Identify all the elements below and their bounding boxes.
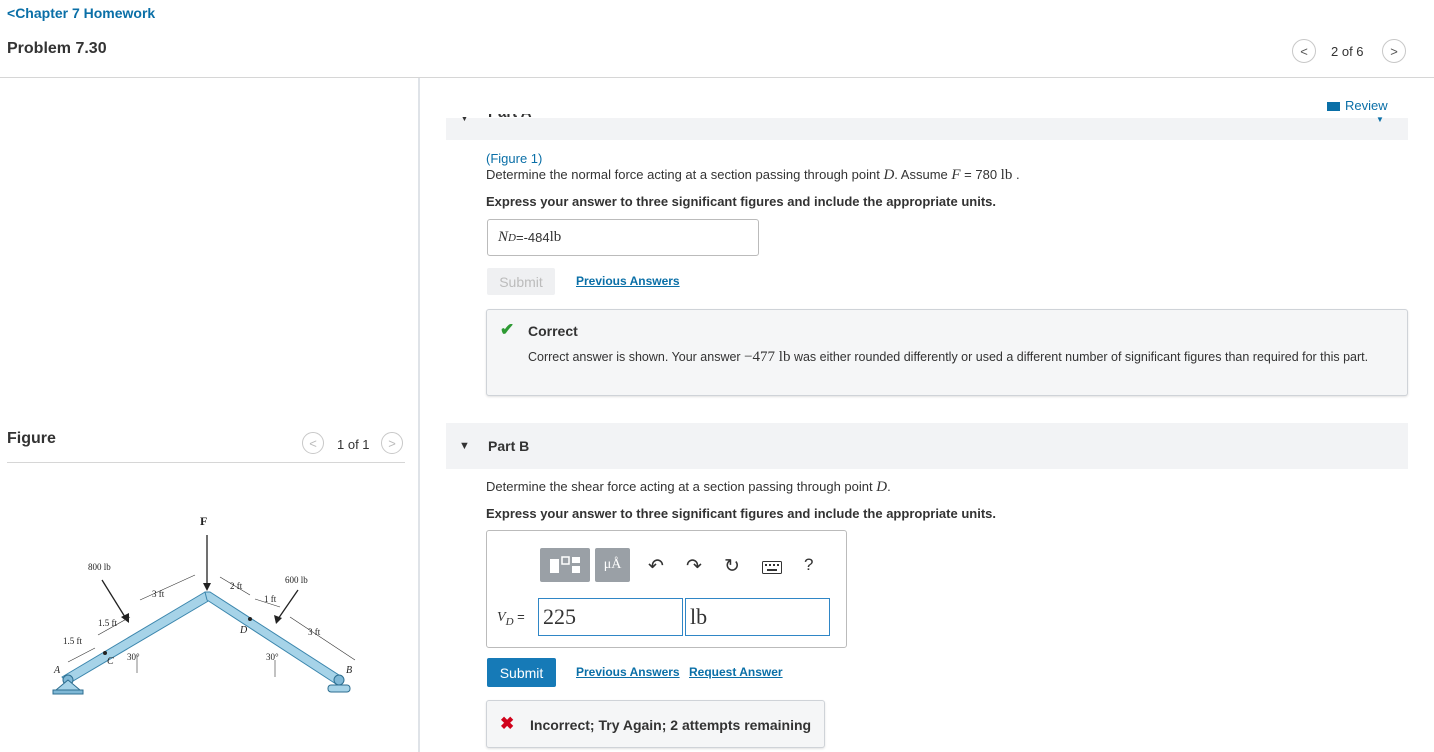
pagination-text: 2 of 6 (1331, 44, 1364, 59)
correct-title: Correct (528, 323, 578, 339)
figure-count: 1 of 1 (337, 437, 370, 452)
part-a-answer-display: ND = -484 lb (487, 219, 759, 256)
checkmark-icon: ✔ (500, 320, 515, 339)
label-A: A (53, 665, 61, 676)
chevron-right-icon: > (388, 435, 396, 451)
chevron-left-icon: < (1300, 43, 1308, 59)
panel-divider[interactable] (418, 78, 420, 752)
redo-icon[interactable]: ↷ (686, 555, 702, 578)
point-C-marker (103, 651, 107, 655)
left-beam (61, 591, 211, 685)
problem-title: Problem 7.30 (7, 40, 107, 57)
part-a-instruction: Express your answer to three significant… (486, 194, 996, 209)
chevron-right-icon: > (1390, 43, 1398, 59)
part-a-submit-button[interactable]: Submit (487, 268, 555, 295)
label-B: B (346, 665, 352, 676)
part-a-question: Determine the normal force acting at a s… (486, 167, 1020, 183)
label-F: F (200, 514, 207, 528)
label-600lb: 600 lb (285, 575, 308, 585)
correct-message: Correct answer is shown. Your answer −47… (528, 349, 1369, 365)
next-figure-button[interactable]: > (381, 432, 403, 454)
chevron-left-icon: < (7, 5, 16, 21)
prev-problem-button[interactable]: < (1292, 39, 1316, 63)
breadcrumb[interactable]: <Chapter 7 Homework (7, 5, 155, 21)
part-b-question: Determine the shear force acting at a se… (486, 479, 891, 495)
header-divider (0, 77, 1434, 78)
label-C: C (107, 656, 114, 667)
prev-figure-button[interactable]: < (302, 432, 324, 454)
figure-link[interactable]: (Figure 1) (486, 151, 542, 166)
label-1ft: 1 ft (264, 594, 277, 604)
breadcrumb-label: Chapter 7 Homework (15, 5, 156, 21)
unit-input[interactable] (685, 598, 830, 636)
frame-diagram: F 800 lb 600 lb 3 ft 2 ft 1 ft 3 ft 1.5 … (52, 514, 356, 695)
keyboard-icon[interactable] (762, 558, 782, 580)
label-800lb: 800 lb (88, 562, 111, 572)
request-answer-link[interactable]: Request Answer (689, 665, 783, 679)
help-button[interactable]: ? (804, 555, 813, 575)
part-b-title: Part B (488, 438, 530, 454)
point-D-marker (248, 617, 252, 621)
value-input[interactable] (538, 598, 683, 636)
label-1.5ft-a: 1.5 ft (98, 618, 117, 628)
label-30deg-right: 30° (266, 652, 279, 662)
label-1.5ft-b: 1.5 ft (63, 636, 82, 646)
review-label: Review (1345, 98, 1388, 113)
part-b-header[interactable] (446, 423, 1408, 469)
label-D: D (239, 625, 248, 636)
expand-triangle-icon[interactable]: ▼ (461, 116, 468, 123)
x-mark-icon: ✖ (500, 714, 515, 733)
math-toolbar: μÅ ↶ ↷ ↻ ? (540, 548, 830, 584)
templates-icon (550, 556, 580, 573)
label-3ft-left: 3 ft (152, 589, 165, 599)
figure-heading: Figure (7, 430, 56, 447)
label-3ft-right: 3 ft (308, 627, 321, 637)
book-icon (1327, 102, 1340, 112)
label-30deg-left: 30° (127, 652, 140, 662)
chevron-left-icon: < (309, 435, 317, 451)
units-button[interactable]: μÅ (595, 548, 630, 582)
caret-down-icon[interactable]: ▼ (1376, 115, 1384, 124)
part-b-previous-answers-link[interactable]: Previous Answers (576, 665, 680, 679)
next-problem-button[interactable]: > (1382, 39, 1406, 63)
templates-button[interactable] (540, 548, 590, 582)
figure-divider (7, 462, 405, 463)
reset-icon[interactable]: ↻ (724, 555, 740, 578)
incorrect-message: Incorrect; Try Again; 2 attempts remaini… (530, 717, 812, 733)
part-a-header[interactable] (446, 118, 1408, 140)
review-link[interactable]: Review (1327, 98, 1388, 113)
collapse-triangle-icon[interactable]: ▼ (459, 440, 470, 452)
part-b-instruction: Express your answer to three significant… (486, 506, 996, 521)
undo-icon[interactable]: ↶ (648, 555, 664, 578)
part-b-submit-button[interactable]: Submit (487, 658, 556, 687)
label-2ft: 2 ft (230, 581, 243, 591)
part-a-previous-answers-link[interactable]: Previous Answers (576, 274, 680, 288)
vd-label: VD = (497, 609, 525, 628)
